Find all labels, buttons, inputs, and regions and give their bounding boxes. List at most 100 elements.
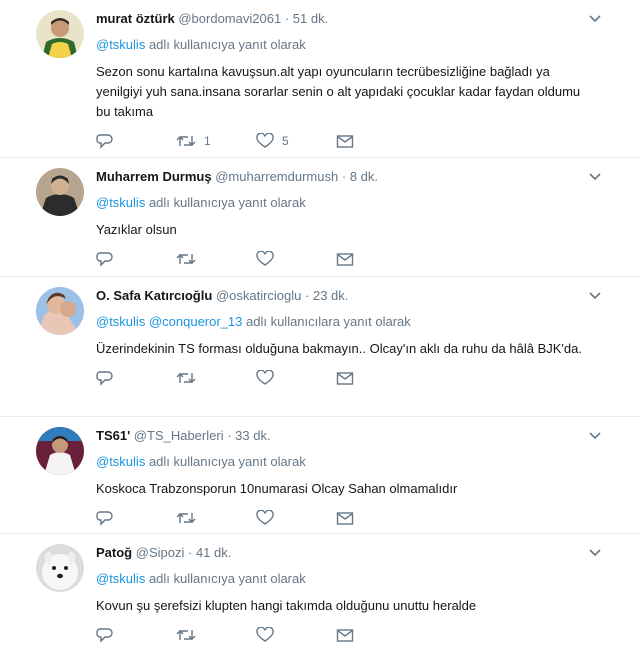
tweet-text: Üzerindekinin TS forması olduğuna bakmay… — [96, 341, 582, 356]
tweet-header: TS61' @TS_Haberleri · 33 dk. — [96, 425, 594, 445]
dm-button[interactable] — [336, 133, 416, 149]
timestamp[interactable]: 8 dk. — [350, 169, 378, 184]
mention-link[interactable]: @tskulis — [96, 195, 145, 210]
retweet-icon — [176, 513, 196, 523]
dm-button[interactable] — [336, 370, 416, 386]
reply-button[interactable] — [96, 370, 176, 386]
username[interactable]: @oskatircioglu — [216, 288, 301, 303]
username[interactable]: @bordomavi2061 — [178, 11, 281, 26]
like-button[interactable] — [256, 251, 336, 267]
envelope-icon — [336, 372, 354, 385]
dm-button[interactable] — [336, 627, 416, 643]
avatar[interactable] — [36, 287, 84, 335]
tweet: Muharrem Durmuş @muharremdurmush · 8 dk.… — [0, 158, 640, 277]
tweet-text: Koskoca Trabzonsporun 10numarasi Olcay S… — [96, 481, 458, 496]
retweet-count: 1 — [204, 134, 211, 148]
envelope-icon — [336, 629, 354, 642]
envelope-icon — [336, 253, 354, 266]
tweet-header: murat öztürk @bordomavi2061 · 51 dk. — [96, 8, 594, 28]
reply-context: @tskulis adlı kullanıcıya yanıt olarak — [96, 36, 594, 54]
reply-icon — [96, 134, 113, 149]
chevron-down-icon[interactable] — [588, 172, 602, 182]
timestamp[interactable]: 33 dk. — [235, 428, 270, 443]
tweet: TS61' @TS_Haberleri · 33 dk. @tskulis ad… — [0, 417, 640, 534]
display-name[interactable]: O. Safa Katırcıoğlu — [96, 288, 212, 303]
tweet-text: Sezon sonu kartalına kavuşsun.alt yapı o… — [96, 64, 581, 119]
reply-context-label: adlı kullanıcıya yanıt olarak — [145, 195, 306, 210]
mention-link[interactable]: @tskulis — [96, 314, 145, 329]
username[interactable]: @Sipozi — [136, 545, 185, 560]
chevron-down-icon[interactable] — [588, 291, 602, 301]
separator-dot: · — [341, 169, 347, 184]
username[interactable]: @TS_Haberleri — [134, 428, 224, 443]
timestamp[interactable]: 23 dk. — [313, 288, 348, 303]
separator-dot: · — [187, 545, 193, 560]
display-name[interactable]: murat öztürk — [96, 11, 175, 26]
tweet-header: Muharrem Durmuş @muharremdurmush · 8 dk. — [96, 166, 594, 186]
mention-link[interactable]: @tskulis — [96, 37, 145, 52]
reply-context: @tskulis adlı kullanıcıya yanıt olarak — [96, 453, 594, 471]
avatar[interactable] — [36, 168, 84, 216]
retweet-icon — [176, 254, 196, 264]
display-name[interactable]: Patoğ — [96, 545, 132, 560]
retweet-icon — [176, 630, 196, 640]
mention-link[interactable]: @tskulis — [96, 454, 145, 469]
reply-icon — [96, 252, 113, 267]
retweet-button[interactable] — [176, 627, 256, 643]
reply-button[interactable] — [96, 251, 176, 267]
avatar[interactable] — [36, 10, 84, 58]
like-button[interactable]: 5 — [256, 133, 336, 149]
username[interactable]: @muharremdurmush — [215, 169, 338, 184]
envelope-icon — [336, 512, 354, 525]
tweet: Patoğ @Sipozi · 41 dk. @tskulis adlı kul… — [0, 534, 640, 648]
tweet-actions — [96, 509, 594, 527]
like-button[interactable] — [256, 370, 336, 386]
retweet-icon — [176, 373, 196, 383]
dm-button[interactable] — [336, 251, 416, 267]
tweet: O. Safa Katırcıoğlu @oskatircioglu · 23 … — [0, 277, 640, 417]
mention-link[interactable]: @conqueror_13 — [149, 314, 242, 329]
avatar[interactable] — [36, 427, 84, 475]
chevron-down-icon[interactable] — [588, 431, 602, 441]
timestamp[interactable]: 51 dk. — [293, 11, 328, 26]
display-name[interactable]: Muharrem Durmuş — [96, 169, 212, 184]
envelope-icon — [336, 135, 354, 148]
heart-icon — [256, 133, 274, 148]
reply-icon — [96, 628, 113, 643]
tweet-actions — [96, 250, 594, 268]
like-button[interactable] — [256, 510, 336, 526]
retweet-button[interactable] — [176, 510, 256, 526]
tweet-text: Kovun şu şerefsizi klupten hangi takımda… — [96, 598, 477, 613]
reply-icon — [96, 511, 113, 526]
tweet-feed: murat öztürk @bordomavi2061 · 51 dk. @ts… — [0, 0, 640, 648]
chevron-down-icon[interactable] — [588, 14, 602, 24]
retweet-icon — [176, 136, 196, 146]
retweet-button[interactable] — [176, 251, 256, 267]
heart-icon — [256, 370, 274, 385]
avatar[interactable] — [36, 544, 84, 592]
heart-icon — [256, 510, 274, 525]
reply-button[interactable] — [96, 510, 176, 526]
tweet-actions: 1 5 — [96, 132, 594, 150]
chevron-down-icon[interactable] — [588, 548, 602, 558]
reply-button[interactable] — [96, 627, 176, 643]
reply-context-label: adlı kullanıcıya yanıt olarak — [145, 454, 306, 469]
display-name[interactable]: TS61' — [96, 428, 130, 443]
retweet-button[interactable]: 1 — [176, 133, 256, 149]
retweet-button[interactable] — [176, 370, 256, 386]
heart-icon — [256, 251, 274, 266]
separator-dot: · — [227, 428, 232, 443]
tweet-text: Yazıklar olsun — [96, 222, 177, 237]
reply-context: @tskulis @conqueror_13 adlı kullanıcılar… — [96, 313, 594, 331]
separator-dot: · — [305, 288, 310, 303]
timestamp[interactable]: 41 dk. — [196, 545, 231, 560]
like-count: 5 — [282, 134, 289, 148]
dm-button[interactable] — [336, 510, 416, 526]
reply-button[interactable] — [96, 133, 176, 149]
reply-context: @tskulis adlı kullanıcıya yanıt olarak — [96, 194, 594, 212]
tweet-actions — [96, 626, 594, 644]
reply-icon — [96, 371, 113, 386]
like-button[interactable] — [256, 627, 336, 643]
mention-link[interactable]: @tskulis — [96, 571, 145, 586]
tweet: murat öztürk @bordomavi2061 · 51 dk. @ts… — [0, 0, 640, 158]
